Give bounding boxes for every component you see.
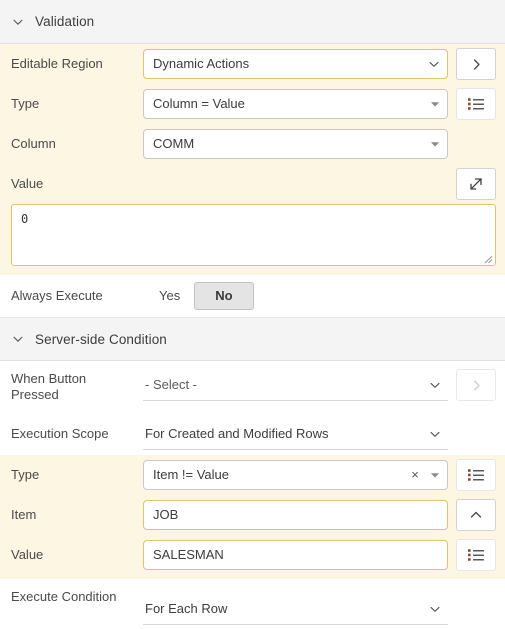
section-title: Server-side Condition <box>35 331 167 347</box>
condition-value-input[interactable]: SALESMAN <box>143 540 448 570</box>
label-when-button-pressed: When Button Pressed <box>11 371 87 402</box>
execute-condition-select[interactable]: For Each Row <box>143 594 448 625</box>
validation-type-list-button[interactable] <box>456 88 496 120</box>
condition-type-select[interactable]: Item != Value × <box>143 460 448 490</box>
list-icon <box>468 469 484 481</box>
column-select[interactable]: COMM <box>143 129 448 159</box>
label-condition-value: Value <box>11 547 44 562</box>
value-textarea-content: 0 <box>21 212 29 226</box>
execution-scope-select[interactable]: For Created and Modified Rows <box>143 419 448 450</box>
execution-scope-side-spacer <box>456 418 496 450</box>
list-icon <box>468 549 484 561</box>
chevron-down-icon[interactable] <box>421 50 447 78</box>
resize-handle-icon[interactable] <box>481 252 493 264</box>
always-execute-option-no[interactable]: No <box>194 282 254 310</box>
row-value-textarea: 0 <box>0 204 505 266</box>
label-value: Value <box>11 176 44 191</box>
execution-scope-value: For Created and Modified Rows <box>145 425 329 441</box>
editable-region-value: Dynamic Actions <box>153 56 250 71</box>
condition-type-value: Item != Value <box>153 467 229 482</box>
value-expand-button[interactable] <box>456 168 496 200</box>
triangle-down-icon[interactable] <box>423 130 447 158</box>
editable-region-goto-button[interactable] <box>456 48 496 80</box>
label-condition-item: Item <box>11 507 37 522</box>
chevron-down-icon[interactable] <box>422 371 448 399</box>
chevron-down-icon <box>13 19 23 25</box>
chevron-down-icon[interactable] <box>422 420 448 448</box>
label-execute-condition: Execute Condition <box>11 589 117 604</box>
validation-type-value: Column = Value <box>153 96 245 111</box>
section-title: Validation <box>35 14 95 29</box>
row-editable-region: Editable Region Dynamic Actions <box>0 44 505 84</box>
condition-item-picker-button[interactable] <box>456 499 496 531</box>
always-execute-switch[interactable]: Yes No <box>145 282 254 310</box>
row-condition-value: Value SALESMAN <box>0 535 505 575</box>
execute-condition-value: For Each Row <box>145 600 228 616</box>
clear-x-icon[interactable]: × <box>407 461 423 489</box>
editable-region-select[interactable]: Dynamic Actions <box>143 49 448 79</box>
label-execution-scope: Execution Scope <box>11 426 109 441</box>
always-execute-option-yes[interactable]: Yes <box>145 282 194 310</box>
execute-condition-side-spacer <box>456 593 496 625</box>
row-condition-type: Type Item != Value × <box>0 455 505 495</box>
label-condition-type: Type <box>11 467 40 482</box>
label-validation-type: Type <box>11 96 40 111</box>
condition-type-list-button[interactable] <box>456 459 496 491</box>
chevron-right-icon <box>473 58 480 70</box>
value-textarea[interactable]: 0 <box>11 204 496 266</box>
row-always-execute: Always Execute Yes No <box>0 275 505 317</box>
condition-item-input[interactable]: JOB <box>143 500 448 530</box>
section-header-server-side-condition[interactable]: Server-side Condition <box>0 317 505 361</box>
triangle-down-icon[interactable] <box>423 461 447 489</box>
row-value-header: Value <box>0 164 505 204</box>
triangle-down-icon[interactable] <box>423 90 447 118</box>
list-icon <box>468 98 484 110</box>
row-execute-condition: Execute Condition For Each Row <box>0 579 505 629</box>
label-always-execute: Always Execute <box>11 288 103 303</box>
server-side-changed-band: Type Item != Value × Item JOB Value SALE… <box>0 455 505 579</box>
chevron-right-icon <box>473 379 480 391</box>
condition-value-list-button[interactable] <box>456 539 496 571</box>
when-button-pressed-select[interactable]: - Select - <box>143 370 448 401</box>
chevron-up-icon <box>470 511 482 518</box>
property-editor-panel: Validation Editable Region Dynamic Actio… <box>0 0 505 629</box>
row-validation-type: Type Column = Value <box>0 84 505 124</box>
row-execution-scope: Execution Scope For Created and Modified… <box>0 413 505 455</box>
column-value: COMM <box>153 136 195 151</box>
column-side-spacer <box>456 128 496 160</box>
when-button-pressed-value: - Select - <box>145 376 198 392</box>
condition-value-value: SALESMAN <box>153 547 224 562</box>
condition-item-value: JOB <box>153 507 179 522</box>
row-condition-item: Item JOB <box>0 495 505 535</box>
section-header-validation[interactable]: Validation <box>0 0 505 44</box>
row-when-button-pressed: When Button Pressed - Select - <box>0 361 505 413</box>
chevron-down-icon <box>13 336 23 342</box>
chevron-down-icon[interactable] <box>422 595 448 623</box>
validation-type-select[interactable]: Column = Value <box>143 89 448 119</box>
label-editable-region: Editable Region <box>11 56 103 71</box>
row-column: Column COMM <box>0 124 505 164</box>
validation-changed-band: Editable Region Dynamic Actions Type Col… <box>0 44 505 275</box>
when-button-pressed-goto-button <box>456 369 496 401</box>
label-column: Column <box>11 136 56 151</box>
expand-arrow-icon <box>470 178 482 190</box>
